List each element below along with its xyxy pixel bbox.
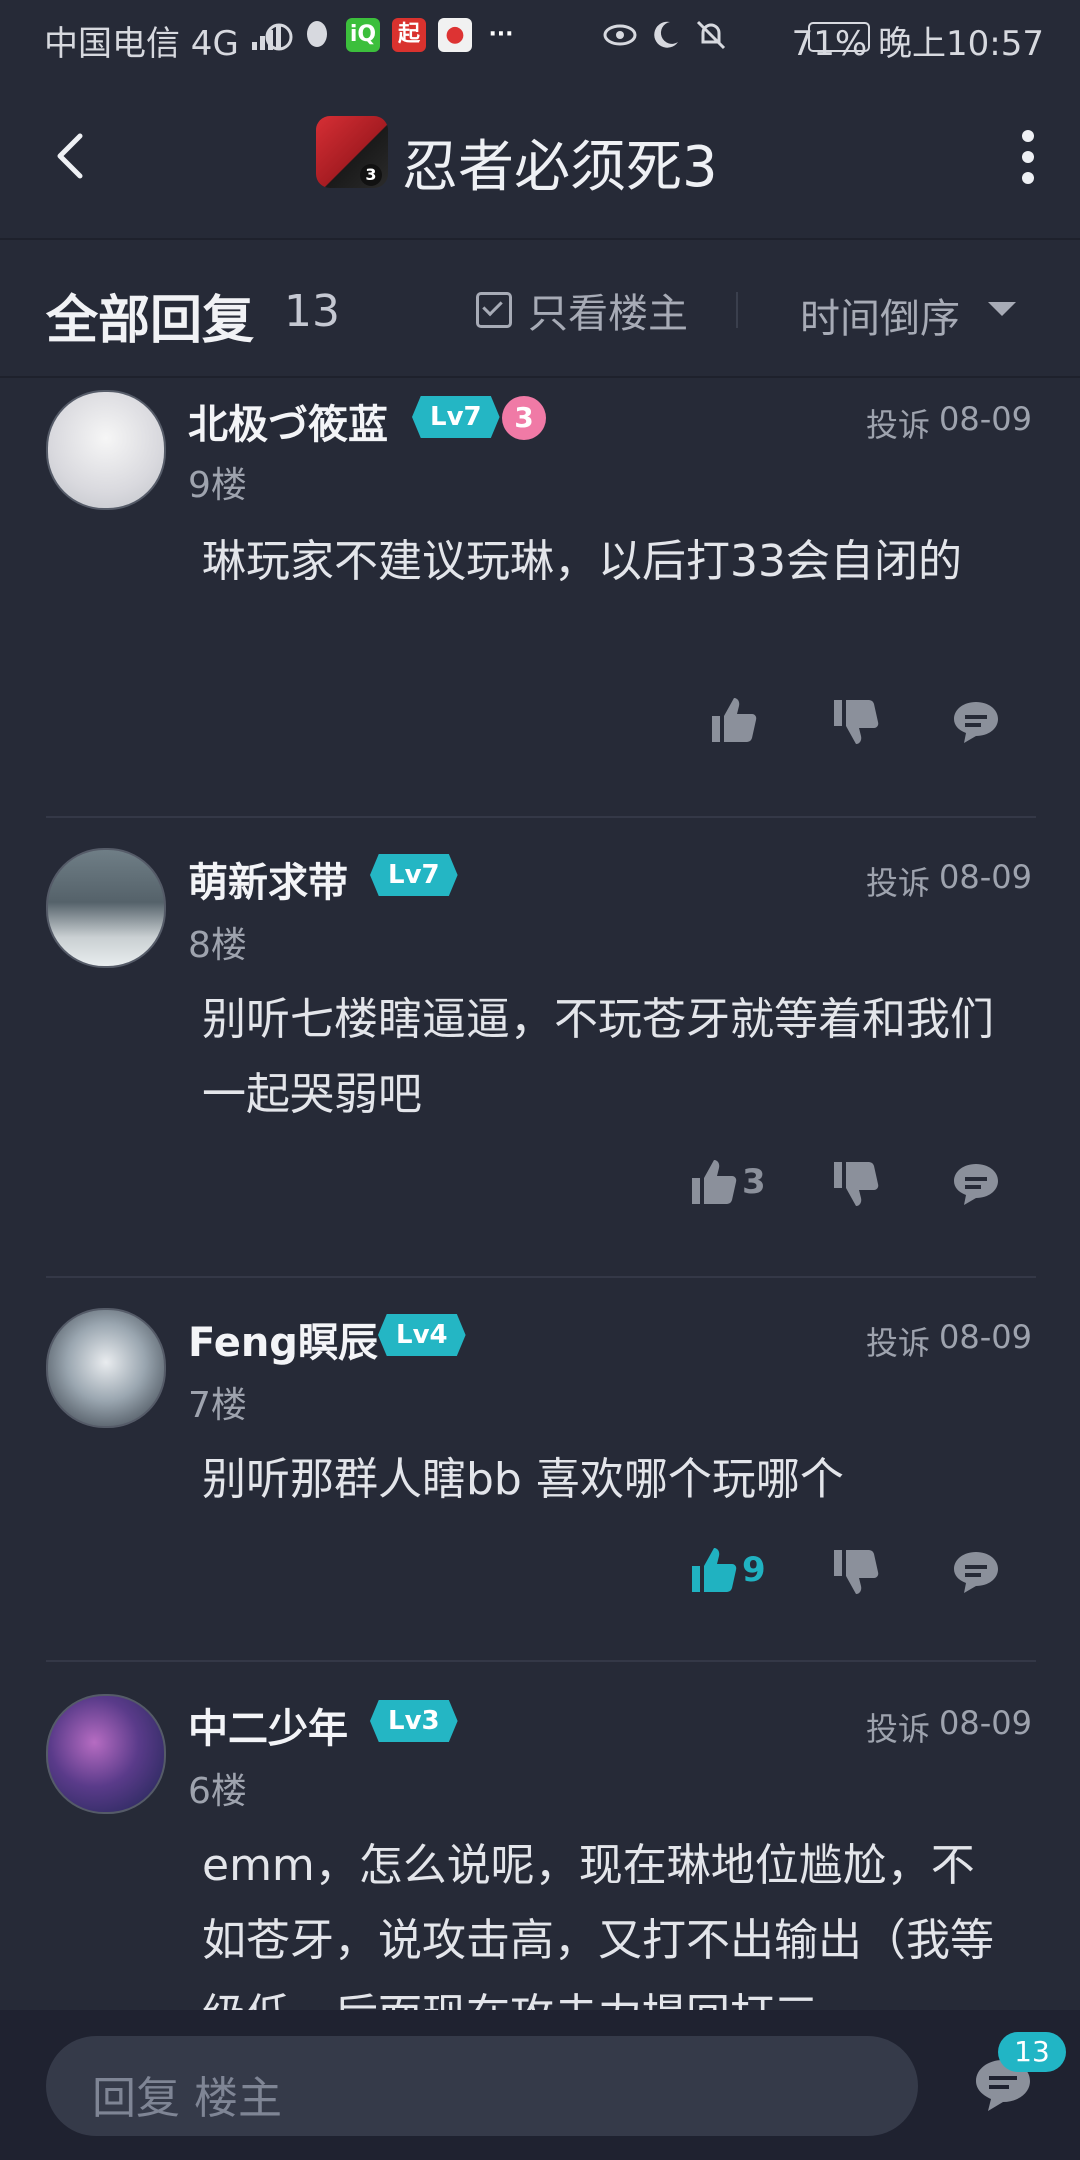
qidian-icon: 起	[392, 18, 426, 52]
qq-icon	[300, 18, 334, 52]
username[interactable]: 中二少年	[188, 1696, 348, 1754]
floor-number: 8楼	[188, 925, 247, 966]
reply-placeholder: 回复 楼主	[92, 2073, 282, 2124]
reply-item: Feng瞑辰 Lv4 投诉 08-09 7楼 别听那群人瞎bb 喜欢哪个玩哪个 …	[0, 1296, 1080, 1660]
iqiyi-icon: iQ	[346, 18, 380, 52]
page-title: 忍者必须死3	[402, 135, 718, 200]
more-options-button[interactable]	[1020, 130, 1036, 186]
thumbs-up-icon[interactable]	[688, 1156, 740, 1208]
thumbs-down-icon[interactable]	[830, 696, 882, 748]
report-link[interactable]: 投诉	[866, 1318, 930, 1364]
moon-icon	[648, 18, 682, 52]
timer-icon	[262, 18, 296, 52]
reply-actions: 9	[0, 1544, 1080, 1604]
reply-item: 北极づ筱蓝 Lv7 3 投诉 08-09 9楼 琳玩家不建议玩琳，以后打33会自…	[0, 376, 1080, 816]
report-link[interactable]: 投诉	[866, 1704, 930, 1750]
thumbs-up-icon[interactable]	[688, 1544, 740, 1596]
filter-bar: 全部回复 13 只看楼主 时间倒序	[0, 240, 1080, 378]
reply-actions	[0, 694, 1080, 754]
reply-footer: 回复 楼主	[0, 2010, 1080, 2160]
carrier-text: 中国电信 4G	[44, 24, 239, 64]
status-bar: 中国电信 4G iQ 起 ● ··· 71% 晚上10:57	[0, 0, 1080, 76]
reply-item: 中二少年 Lv3 投诉 08-09 6楼 emm，怎么说呢，现在琳地位尴尬，不如…	[0, 1680, 1080, 2010]
checkbox-icon	[476, 292, 512, 328]
reply-content: emm，怎么说呢，现在琳地位尴尬，不如苍牙，说攻击高，又打不出输出（我等级低，后…	[202, 1840, 994, 2010]
post-date: 08-09	[939, 858, 1032, 896]
top-bar: 3 忍者必须死3	[0, 76, 1080, 240]
battery-icon	[808, 22, 870, 52]
comment-count-badge: 13	[998, 2032, 1066, 2072]
floor-number: 7楼	[188, 1385, 247, 1426]
comment-icon[interactable]	[950, 696, 1002, 748]
report-link[interactable]: 投诉	[866, 400, 930, 446]
thumbs-down-icon[interactable]	[830, 1158, 882, 1210]
thumbs-down-icon[interactable]	[830, 1546, 882, 1598]
username[interactable]: 北极づ筱蓝	[188, 392, 388, 450]
avatar[interactable]	[46, 390, 166, 510]
floor-number: 6楼	[188, 1771, 247, 1812]
like-count: 9	[742, 1550, 766, 1590]
thumbs-up-icon[interactable]	[708, 694, 760, 746]
reply-item: 萌新求带 Lv7 投诉 08-09 8楼 别听七楼瞎逼逼，不玩苍牙就等着和我们一…	[0, 836, 1080, 1276]
comment-icon[interactable]	[950, 1158, 1002, 1210]
avatar[interactable]	[46, 1694, 166, 1814]
reply-actions: 3	[0, 1156, 1080, 1216]
eye-icon	[602, 18, 637, 52]
reply-content: 别听那群人瞎bb 喜欢哪个玩哪个	[202, 1454, 844, 1505]
all-replies-label: 全部回复	[46, 291, 255, 351]
only-owner-label: 只看楼主	[528, 291, 688, 337]
back-button[interactable]	[44, 126, 104, 186]
divider	[46, 1276, 1036, 1278]
reply-count: 13	[284, 286, 340, 337]
fan-badge: 3	[502, 396, 546, 440]
floor-number: 9楼	[188, 465, 247, 506]
game-icon: 3	[316, 116, 388, 188]
mute-icon	[694, 18, 728, 52]
divider	[46, 816, 1036, 818]
only-owner-toggle[interactable]: 只看楼主	[476, 288, 688, 337]
reply-input[interactable]: 回复 楼主	[46, 2036, 918, 2136]
chevron-left-icon	[57, 133, 83, 179]
map-icon: ●	[438, 18, 472, 52]
comment-icon[interactable]	[950, 1546, 1002, 1598]
game-icon-number: 3	[360, 164, 382, 186]
post-date: 08-09	[939, 1704, 1032, 1742]
post-date: 08-09	[939, 1318, 1032, 1356]
avatar[interactable]	[46, 1308, 166, 1428]
username[interactable]: 萌新求带	[188, 850, 348, 908]
avatar[interactable]	[46, 848, 166, 968]
report-link[interactable]: 投诉	[866, 858, 930, 904]
divider	[46, 1660, 1036, 1662]
sort-dropdown[interactable]: 时间倒序	[800, 286, 960, 344]
level-badge: Lv7	[370, 854, 458, 896]
dot-icon	[1022, 130, 1034, 142]
dot-icon	[1022, 172, 1034, 184]
level-badge: Lv7	[412, 396, 500, 438]
level-badge: Lv3	[370, 1700, 458, 1742]
level-badge: Lv4	[378, 1314, 466, 1356]
more-icon: ···	[488, 22, 514, 47]
reply-content: 别听七楼瞎逼逼，不玩苍牙就等着和我们一起哭弱吧	[202, 994, 994, 1120]
like-count: 3	[742, 1162, 766, 1202]
reply-content: 琳玩家不建议玩琳，以后打33会自闭的	[202, 536, 962, 587]
divider	[736, 292, 738, 328]
caret-down-icon	[988, 302, 1016, 316]
dot-icon	[1022, 151, 1034, 163]
post-date: 08-09	[939, 400, 1032, 438]
username[interactable]: Feng瞑辰	[188, 1310, 378, 1368]
